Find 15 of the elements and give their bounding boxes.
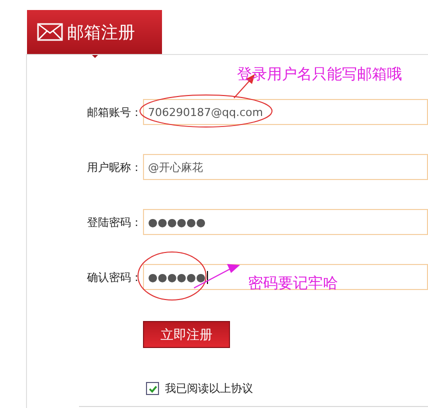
- agreement-label: 我已阅读以上协议: [165, 381, 253, 396]
- annotation-text: 密码要记牢哈: [248, 274, 338, 293]
- field-label: 登陆密码：: [86, 214, 142, 230]
- input-field[interactable]: 706290187@qq.com: [143, 99, 428, 125]
- envelope-icon: [37, 23, 63, 41]
- agreement-checkbox[interactable]: [146, 382, 159, 395]
- input-field[interactable]: ●●●●●●: [143, 209, 428, 235]
- annotation-text: 登录用户名只能写邮箱哦: [237, 65, 402, 84]
- input-field[interactable]: @开心麻花: [143, 154, 428, 180]
- field-label: 邮箱账号：: [86, 104, 142, 120]
- field-label: 确认密码：: [86, 270, 142, 284]
- annotation-circle: [138, 252, 206, 300]
- field-label: 用户昵称：: [86, 160, 142, 174]
- header-title: 邮箱注册: [67, 22, 135, 44]
- register-button[interactable]: 立即注册: [143, 321, 230, 348]
